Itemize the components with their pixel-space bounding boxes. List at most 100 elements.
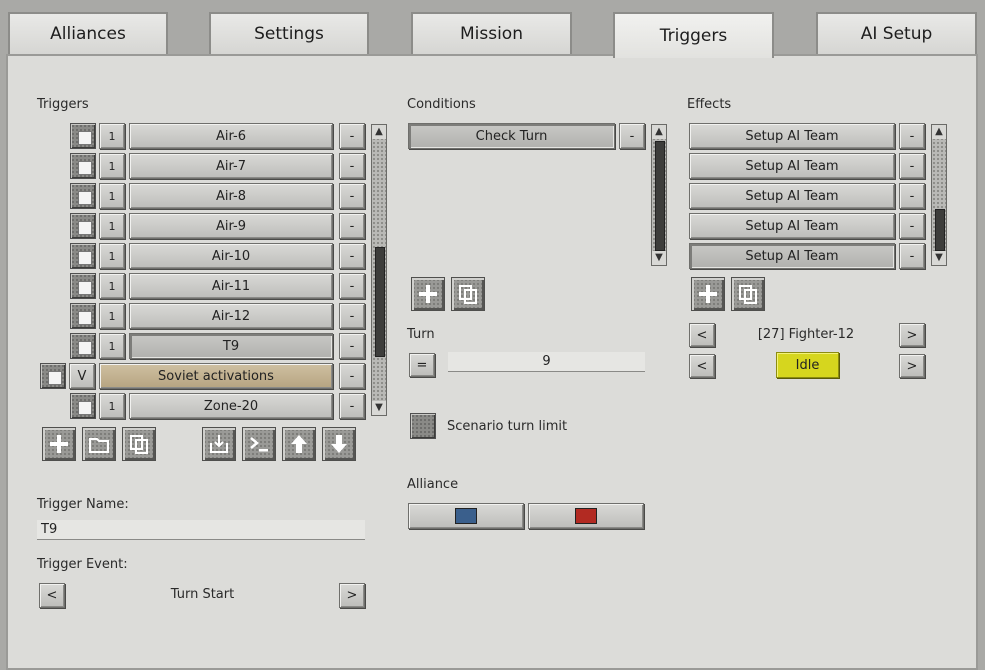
copy-effect-button[interactable] xyxy=(731,277,765,311)
scroll-down-icon[interactable]: ▼ xyxy=(652,251,666,265)
remove-trigger-button[interactable]: - xyxy=(339,273,365,299)
remove-trigger-button[interactable]: - xyxy=(339,303,365,329)
state-prev-button[interactable]: < xyxy=(689,354,715,378)
trigger-item[interactable]: Air-7 xyxy=(129,153,333,179)
turn-value-field[interactable]: 9 xyxy=(448,352,645,372)
trigger-name-label: Trigger Name: xyxy=(37,497,129,512)
tab-settings[interactable]: Settings xyxy=(209,12,369,54)
trigger-count-button[interactable]: 1 xyxy=(99,213,125,239)
scroll-thumb[interactable] xyxy=(375,247,385,357)
scroll-thumb[interactable] xyxy=(655,141,665,251)
scenario-turn-limit-checkbox[interactable] xyxy=(410,413,436,439)
tab-ai-setup[interactable]: AI Setup xyxy=(816,12,977,54)
trigger-enable-checkbox[interactable] xyxy=(70,213,96,239)
scroll-up-icon[interactable]: ▲ xyxy=(372,125,386,139)
trigger-item[interactable]: T9 xyxy=(129,333,333,359)
event-next-button[interactable]: > xyxy=(339,583,365,608)
trigger-name-field[interactable]: T9 xyxy=(37,520,365,540)
trigger-item[interactable]: Air-9 xyxy=(129,213,333,239)
trigger-enable-checkbox[interactable] xyxy=(70,273,96,299)
checkbox-box xyxy=(78,401,92,415)
condition-item[interactable]: Check Turn xyxy=(408,123,615,149)
tab-triggers[interactable]: Triggers xyxy=(613,12,774,58)
trigger-count-button[interactable]: 1 xyxy=(99,123,125,149)
remove-trigger-button[interactable]: - xyxy=(339,183,365,209)
trigger-enable-checkbox[interactable] xyxy=(70,243,96,269)
scroll-thumb[interactable] xyxy=(935,209,945,251)
remove-effect-button[interactable]: - xyxy=(899,123,925,149)
remove-trigger-button[interactable]: - xyxy=(339,333,365,359)
trigger-count-button[interactable]: 1 xyxy=(99,393,125,419)
checkbox-box xyxy=(78,161,92,175)
console-trigger-button[interactable] xyxy=(242,427,276,461)
trigger-item[interactable]: Air-8 xyxy=(129,183,333,209)
checkbox-box xyxy=(48,371,62,385)
arrow-up-icon xyxy=(291,435,307,453)
conditions-scrollbar[interactable]: ▲ ▼ xyxy=(651,124,667,266)
trigger-count-button[interactable]: 1 xyxy=(99,333,125,359)
state-next-button[interactable]: > xyxy=(899,354,925,378)
remove-trigger-button[interactable]: - xyxy=(339,363,365,389)
remove-trigger-button[interactable]: - xyxy=(339,153,365,179)
trigger-item[interactable]: Air-11 xyxy=(129,273,333,299)
scroll-up-icon[interactable]: ▲ xyxy=(932,125,946,139)
effect-item[interactable]: Setup AI Team xyxy=(689,183,895,209)
trigger-enable-checkbox[interactable] xyxy=(70,303,96,329)
team-prev-button[interactable]: < xyxy=(689,323,715,347)
trigger-count-button[interactable]: 1 xyxy=(99,243,125,269)
remove-effect-button[interactable]: - xyxy=(899,153,925,179)
scroll-down-icon[interactable]: ▼ xyxy=(372,401,386,415)
remove-trigger-button[interactable]: - xyxy=(339,213,365,239)
effect-item[interactable]: Setup AI Team xyxy=(689,153,895,179)
trigger-count-button[interactable]: 1 xyxy=(99,273,125,299)
add-effect-button[interactable] xyxy=(691,277,725,311)
tab-mission[interactable]: Mission xyxy=(411,12,572,54)
remove-effect-button[interactable]: - xyxy=(899,243,925,269)
effect-item[interactable]: Setup AI Team xyxy=(689,213,895,239)
tab-alliances[interactable]: Alliances xyxy=(8,12,168,54)
folder-trigger-button[interactable] xyxy=(82,427,116,461)
trigger-count-button[interactable]: 1 xyxy=(99,183,125,209)
trigger-count-button[interactable]: 1 xyxy=(99,303,125,329)
remove-trigger-button[interactable]: - xyxy=(339,393,365,419)
trigger-enable-checkbox[interactable] xyxy=(70,333,96,359)
trigger-list-scrollbar[interactable]: ▲ ▼ xyxy=(371,124,387,416)
effect-item[interactable]: Setup AI Team xyxy=(689,243,895,269)
add-trigger-button[interactable] xyxy=(42,427,76,461)
copy-condition-button[interactable] xyxy=(451,277,485,311)
team-next-button[interactable]: > xyxy=(899,323,925,347)
trigger-item[interactable]: Air-6 xyxy=(129,123,333,149)
trigger-item[interactable]: Air-12 xyxy=(129,303,333,329)
trigger-enable-checkbox[interactable] xyxy=(70,183,96,209)
trigger-count-button[interactable]: 1 xyxy=(99,153,125,179)
remove-trigger-button[interactable]: - xyxy=(339,243,365,269)
checkbox-box xyxy=(78,281,92,295)
scroll-down-icon[interactable]: ▼ xyxy=(932,251,946,265)
effects-scrollbar[interactable]: ▲ ▼ xyxy=(931,124,947,266)
trigger-item[interactable]: Soviet activations xyxy=(99,363,333,389)
remove-condition-button[interactable]: - xyxy=(619,123,645,149)
trigger-enable-checkbox[interactable] xyxy=(70,153,96,179)
alliance-blue-button[interactable] xyxy=(408,503,524,529)
console-icon xyxy=(250,437,268,452)
trigger-enable-checkbox[interactable] xyxy=(40,363,66,389)
turn-operator-button[interactable]: = xyxy=(409,353,435,377)
trigger-item[interactable]: Zone-20 xyxy=(129,393,333,419)
trigger-enable-checkbox[interactable] xyxy=(70,393,96,419)
trigger-item[interactable]: Air-10 xyxy=(129,243,333,269)
event-prev-button[interactable]: < xyxy=(39,583,65,608)
remove-trigger-button[interactable]: - xyxy=(339,123,365,149)
remove-effect-button[interactable]: - xyxy=(899,213,925,239)
remove-effect-button[interactable]: - xyxy=(899,183,925,209)
alliance-red-button[interactable] xyxy=(528,503,644,529)
import-trigger-button[interactable] xyxy=(202,427,236,461)
move-down-trigger-button[interactable] xyxy=(322,427,356,461)
trigger-enable-checkbox[interactable] xyxy=(70,123,96,149)
move-up-trigger-button[interactable] xyxy=(282,427,316,461)
copy-trigger-button[interactable] xyxy=(122,427,156,461)
effects-heading: Effects xyxy=(687,97,732,112)
scroll-up-icon[interactable]: ▲ xyxy=(652,125,666,139)
trigger-count-button[interactable]: V xyxy=(69,363,95,389)
effect-item[interactable]: Setup AI Team xyxy=(689,123,895,149)
add-condition-button[interactable] xyxy=(411,277,445,311)
